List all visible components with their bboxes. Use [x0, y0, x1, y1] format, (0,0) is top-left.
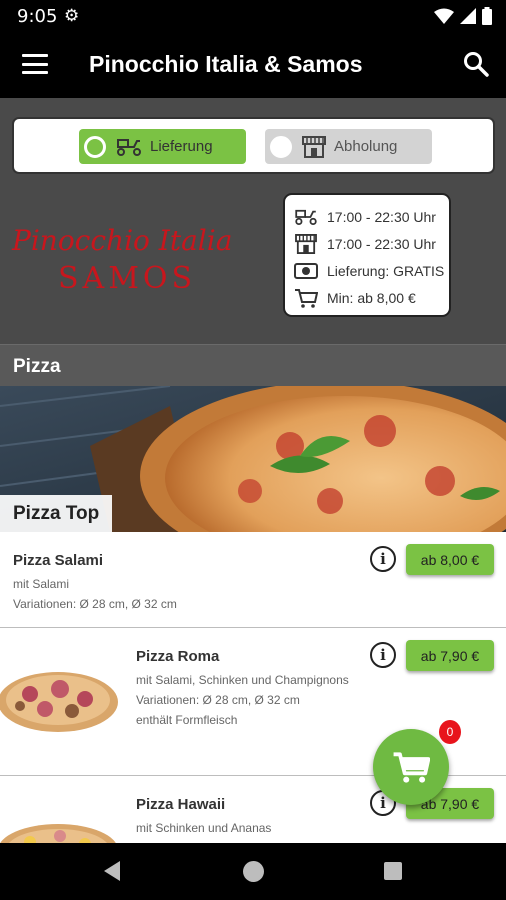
cart-icon — [393, 752, 430, 783]
section-title: Pizza — [13, 356, 61, 377]
recents-icon[interactable] — [384, 862, 402, 880]
status-time: 9:05 — [17, 6, 58, 27]
wifi-icon — [434, 8, 454, 24]
info-icon[interactable]: i — [370, 642, 396, 668]
delivery-hours: 17:00 - 22:30 Uhr — [327, 208, 436, 225]
order-mode-toggle: Lieferung Abholung — [12, 117, 495, 174]
info-box: 17:00 - 22:30 Uhr 17:00 - 22:30 Uhr Lief… — [283, 193, 451, 317]
restaurant-logo: Pinocchio Italia SAMOS — [11, 224, 232, 296]
item-description: mit Schinken und Ananas — [136, 821, 272, 835]
main-content: Lieferung Abholung Pinocchio Italia SAMO… — [0, 98, 506, 843]
delivery-hours-row: 17:00 - 22:30 Uhr — [293, 203, 449, 230]
minimum-order: Min: ab 8,00 € — [327, 289, 416, 306]
pickup-option[interactable]: Abholung — [265, 129, 432, 164]
status-bar: 9:05 ⚙ — [0, 0, 506, 32]
pizza-image — [0, 824, 116, 843]
gear-icon: ⚙ — [64, 6, 80, 25]
pickup-radio[interactable] — [270, 135, 292, 158]
search-icon[interactable] — [462, 50, 490, 78]
money-icon — [293, 262, 319, 279]
cart-badge: 0 — [439, 720, 461, 744]
scooter-icon — [293, 209, 319, 225]
item-name: Pizza Salami — [13, 552, 104, 569]
logo-line2: SAMOS — [58, 261, 196, 296]
item-description: mit Salami — [13, 577, 70, 591]
scooter-icon — [116, 138, 142, 156]
price-button[interactable]: ab 7,90 € — [406, 640, 494, 671]
cart-button[interactable] — [373, 729, 449, 805]
banner-label: Pizza Top — [0, 495, 113, 532]
item-description: mit Salami, Schinken und Champignons — [136, 673, 349, 687]
back-icon[interactable] — [102, 860, 122, 882]
home-icon[interactable] — [243, 861, 264, 882]
app-title: Pinocchio Italia & Samos — [89, 51, 363, 77]
shop-icon — [293, 233, 319, 254]
price-button[interactable]: ab 8,00 € — [406, 544, 494, 575]
status-indicators — [434, 7, 492, 25]
signal-icon — [460, 8, 476, 24]
logo-line1: Pinocchio Italia — [11, 224, 232, 257]
pickup-hours-row: 17:00 - 22:30 Uhr — [293, 230, 449, 257]
delivery-option[interactable]: Lieferung — [79, 129, 246, 164]
category-banner[interactable]: Pizza Top — [0, 386, 506, 532]
menu-icon[interactable] — [22, 54, 48, 74]
app-bar: Pinocchio Italia & Samos — [0, 32, 506, 98]
shop-icon — [302, 135, 326, 158]
delivery-radio[interactable] — [84, 135, 106, 158]
item-variations: Variationen: Ø 28 cm, Ø 32 cm — [136, 693, 300, 707]
delivery-fee: Lieferung: GRATIS — [327, 262, 445, 279]
pizza-image — [0, 672, 118, 732]
section-header: Pizza — [0, 344, 506, 386]
info-icon[interactable]: i — [370, 546, 396, 572]
delivery-label: Lieferung — [150, 138, 213, 155]
pickup-label: Abholung — [334, 138, 398, 155]
menu-item[interactable]: Pizza Salami mit Salami Variationen: Ø 2… — [0, 532, 506, 628]
battery-icon — [482, 7, 492, 25]
system-nav-bar — [0, 843, 506, 900]
pickup-hours: 17:00 - 22:30 Uhr — [327, 235, 436, 252]
cart-icon — [293, 288, 319, 308]
minimum-order-row: Min: ab 8,00 € — [293, 284, 449, 311]
item-note: enthält Formfleisch — [136, 713, 238, 727]
item-variations: Variationen: Ø 28 cm, Ø 32 cm — [13, 597, 177, 611]
item-name: Pizza Hawaii — [136, 796, 226, 813]
delivery-fee-row: Lieferung: GRATIS — [293, 257, 449, 284]
item-name: Pizza Roma — [136, 648, 220, 665]
